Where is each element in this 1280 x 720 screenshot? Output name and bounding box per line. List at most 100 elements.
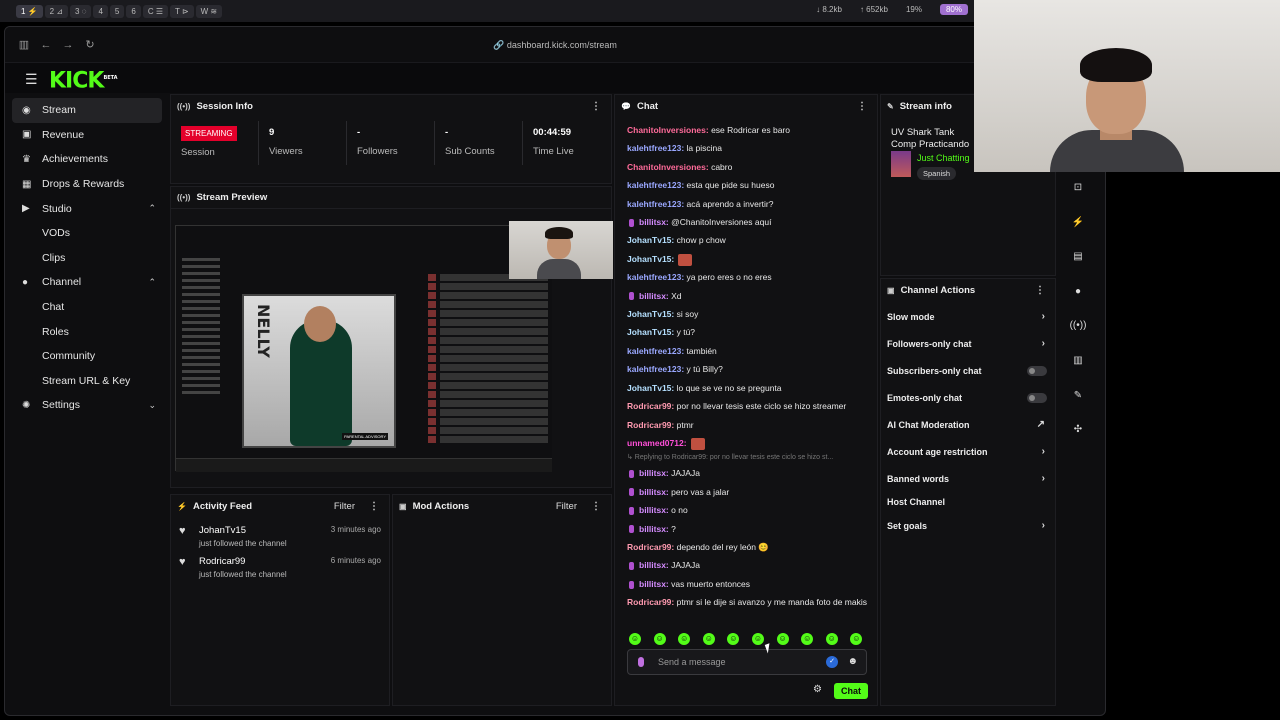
emote-icon[interactable]: ☺ xyxy=(702,633,715,645)
workspace-switcher[interactable]: 1 ⚡ 2 ⊿ 3 ◌ 4 5 6 C ☰ T ⊳ W ≋ xyxy=(16,4,223,18)
activity-user[interactable]: Rodricar99 xyxy=(199,556,287,567)
emote-icon[interactable]: ☺ xyxy=(678,633,691,645)
emote-icon[interactable]: ☺ xyxy=(825,633,838,645)
chat-username[interactable]: Rodricar99: xyxy=(627,597,674,607)
chat-bubble-icon[interactable]: ● xyxy=(1068,282,1088,302)
chat-username[interactable]: kalehtfree123: xyxy=(627,272,684,282)
workspace-t[interactable]: T ⊳ xyxy=(169,4,194,18)
sidebar-item-clips[interactable]: Clips xyxy=(12,246,162,271)
workspace-3[interactable]: 3 ◌ xyxy=(70,4,92,18)
emotes-only-toggle[interactable] xyxy=(1027,392,1047,403)
sidebar-item-studio[interactable]: ▶ Studio ⌃ xyxy=(12,196,162,221)
sidebar-item-stream-key[interactable]: Stream URL & Key xyxy=(12,369,162,394)
chat-input[interactable]: Send a message ✓ ☻ xyxy=(627,649,867,675)
kebab-icon[interactable]: ⋮ xyxy=(1035,285,1045,296)
broadcast-icon[interactable]: ((•)) xyxy=(1068,316,1088,336)
action-account-age[interactable]: Account age restriction › xyxy=(881,438,1055,465)
wrench-icon[interactable]: ✎ xyxy=(1068,386,1088,406)
chat-username[interactable]: billitsx: xyxy=(639,524,669,534)
chat-username[interactable]: billitsx: xyxy=(639,468,669,478)
address-bar[interactable]: 🔗 dashboard.kick.com/stream xyxy=(5,40,1105,51)
sidebar-item-achievements[interactable]: ♛ Achievements xyxy=(12,147,162,172)
emote-icon[interactable]: ☺ xyxy=(629,633,641,645)
bolt-icon[interactable]: ⚡ xyxy=(1068,213,1088,233)
workspace-6[interactable]: 6 xyxy=(126,4,141,18)
chat-username[interactable]: JohanTv15: xyxy=(627,309,674,319)
action-followers-only[interactable]: Followers-only chat › xyxy=(881,330,1055,357)
sidebar-item-community[interactable]: Community xyxy=(12,344,162,369)
chat-username[interactable]: kalehtfree123: xyxy=(627,364,684,374)
verified-icon[interactable]: ✓ xyxy=(826,656,838,668)
action-banned-words[interactable]: Banned words › xyxy=(881,465,1055,492)
chat-username[interactable]: billitsx: xyxy=(639,217,669,227)
action-slow-mode[interactable]: Slow mode › xyxy=(881,303,1055,330)
chat-username[interactable]: Rodricar99: xyxy=(627,542,674,552)
document-icon[interactable]: ▤ xyxy=(1068,247,1088,267)
emote-icon[interactable]: ☺ xyxy=(776,633,789,645)
chat-username[interactable]: JohanTv15: xyxy=(627,254,674,264)
emote-icon[interactable]: ☺ xyxy=(801,633,814,645)
menu-icon[interactable]: ☰ xyxy=(25,71,38,88)
chat-username[interactable]: billitsx: xyxy=(639,487,669,497)
kebab-icon[interactable]: ⋮ xyxy=(857,101,867,112)
sidebar-item-roles[interactable]: Roles xyxy=(12,319,162,344)
chat-message: kalehtfree123: ya pero eres o no eres xyxy=(627,268,867,286)
workspace-2[interactable]: 2 ⊿ xyxy=(44,4,69,18)
workspace-1[interactable]: 1 ⚡ xyxy=(16,4,43,18)
chat-username[interactable]: Rodricar99: xyxy=(627,401,674,411)
sidebar-item-revenue[interactable]: ▣ Revenue xyxy=(12,123,162,148)
workspace-w[interactable]: W ≋ xyxy=(195,4,223,18)
category-link[interactable]: Just Chatting xyxy=(917,153,970,163)
chat-username[interactable]: billitsx: xyxy=(639,291,669,301)
sidebar-item-stream[interactable]: ◉ Stream xyxy=(12,98,162,123)
sidebar-item-vods[interactable]: VODs xyxy=(12,221,162,246)
emote-icon[interactable]: ☺ xyxy=(850,633,863,645)
chat-username[interactable]: kalehtfree123: xyxy=(627,180,684,190)
emoji-picker-icon[interactable]: ☻ xyxy=(847,656,858,667)
filter-button[interactable]: Filter xyxy=(334,501,355,512)
action-ai-moderation[interactable]: AI Chat Moderation ↗ xyxy=(881,411,1055,438)
action-set-goals[interactable]: Set goals › xyxy=(881,512,1055,539)
sidebar-item-channel[interactable]: ● Channel ⌃ xyxy=(12,270,162,295)
chat-username[interactable]: JohanTv15: xyxy=(627,383,674,393)
workspace-4[interactable]: 4 xyxy=(93,4,108,18)
activity-user[interactable]: JohanTv15 xyxy=(199,525,287,536)
emote-icon[interactable]: ☺ xyxy=(727,633,740,645)
chat-username[interactable]: billitsx: xyxy=(639,505,669,515)
emote-icon[interactable]: ☺ xyxy=(653,633,666,645)
chat-username[interactable]: kalehtfree123: xyxy=(627,199,684,209)
focus-icon[interactable]: ⊡ xyxy=(1068,178,1088,198)
sub-badge-icon xyxy=(629,470,634,479)
filter-button[interactable]: Filter xyxy=(556,501,577,512)
layout-icon[interactable]: ▥ xyxy=(1068,351,1088,371)
sidebar-item-label: Studio xyxy=(42,202,72,215)
chat-username[interactable]: kalehtfree123: xyxy=(627,346,684,356)
workspace-c[interactable]: C ☰ xyxy=(142,4,168,18)
stream-preview-video[interactable]: NELLY PARENTAL ADVISORY xyxy=(175,225,552,472)
chat-settings-icon[interactable]: ⚙ xyxy=(813,684,822,695)
emote-icon[interactable]: ☺ xyxy=(751,633,764,645)
chat-username[interactable]: kalehtfree123: xyxy=(627,143,684,153)
chat-username[interactable]: billitsx: xyxy=(639,579,669,589)
chat-username[interactable]: billitsx: xyxy=(639,560,669,570)
chevron-up-icon: ⌃ xyxy=(148,203,156,214)
workspace-5[interactable]: 5 xyxy=(109,4,125,18)
chat-username[interactable]: ChanitoInversiones: xyxy=(627,162,709,172)
sidebar-item-drops[interactable]: ▦ Drops & Rewards xyxy=(12,172,162,197)
kebab-icon[interactable]: ⋮ xyxy=(591,101,601,112)
send-chat-button[interactable]: Chat xyxy=(834,683,868,699)
action-host-channel[interactable]: Host Channel xyxy=(881,492,1055,512)
kick-logo[interactable]: KICKBETA xyxy=(49,65,118,94)
sidebar-item-settings[interactable]: ✺ Settings ⌄ xyxy=(12,393,162,418)
chat-username[interactable]: ChanitoInversiones: xyxy=(627,125,709,135)
chat-username[interactable]: unnamed0712: xyxy=(627,438,687,448)
kebab-icon[interactable]: ⋮ xyxy=(369,501,379,512)
kebab-icon[interactable]: ⋮ xyxy=(591,501,601,512)
sidebar-item-chat[interactable]: Chat xyxy=(12,295,162,320)
chat-username[interactable]: JohanTv15: xyxy=(627,327,674,337)
puzzle-icon[interactable]: ✣ xyxy=(1068,420,1088,440)
stream-preview-panel: ((•)) Stream Preview NELLY PARENTAL ADVIS… xyxy=(170,186,613,488)
chat-username[interactable]: JohanTv15: xyxy=(627,235,674,245)
chat-username[interactable]: Rodricar99: xyxy=(627,420,674,430)
subscribers-only-toggle[interactable] xyxy=(1027,365,1047,376)
